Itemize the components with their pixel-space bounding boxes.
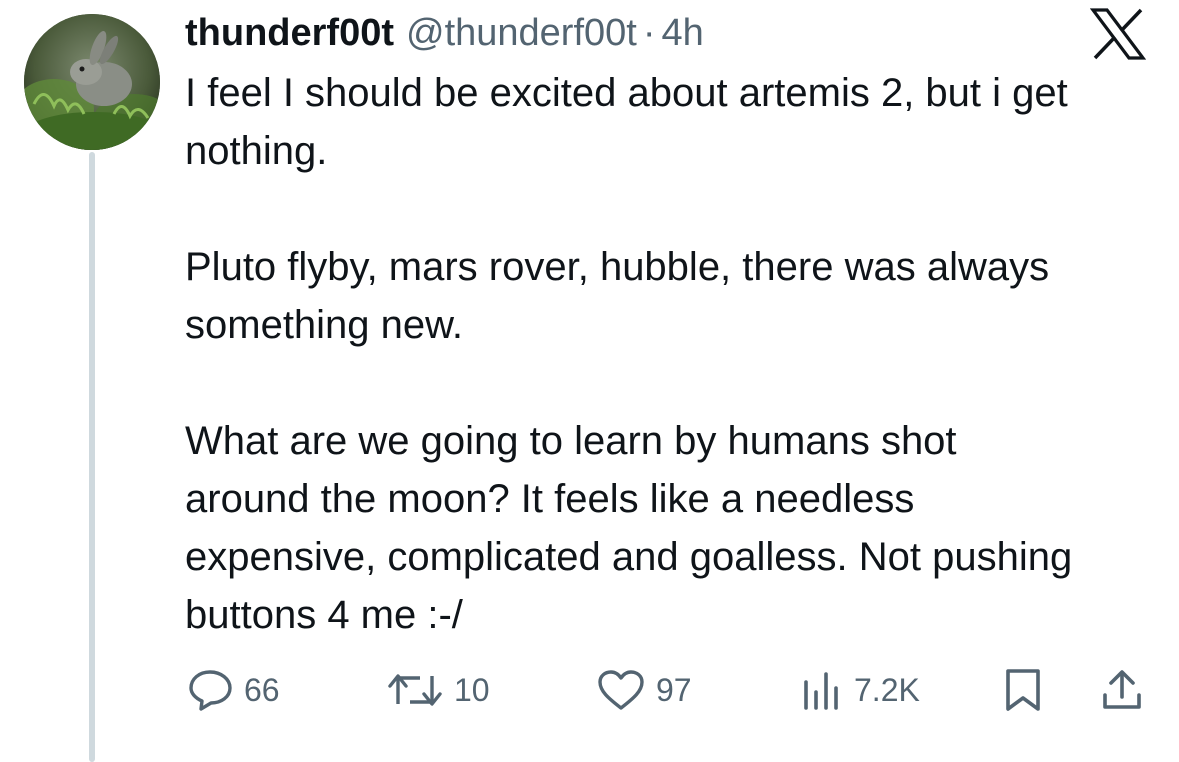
tweet-paragraph: Pluto flyby, mars rover, hubble, there w… [185, 245, 1050, 347]
share-button[interactable] [1100, 664, 1144, 716]
reply-button[interactable]: 66 [188, 664, 280, 716]
tweet-header: thunderf00t @thunderf00t · 4h [185, 8, 704, 58]
user-handle[interactable]: @thunderf00t [406, 8, 637, 58]
tweet-actions: 66 10 97 7.2K [0, 664, 1179, 716]
like-count: 97 [656, 671, 692, 708]
views-count: 7.2K [854, 671, 920, 708]
x-logo-icon [1089, 8, 1147, 60]
reply-icon [188, 668, 234, 712]
reply-count: 66 [244, 671, 280, 708]
share-icon [1100, 667, 1144, 713]
display-name[interactable]: thunderf00t [185, 8, 394, 58]
separator-dot: · [642, 12, 656, 54]
repost-button[interactable]: 10 [386, 664, 490, 716]
rabbit-avatar-image [24, 14, 160, 150]
repost-count: 10 [454, 671, 490, 708]
tweet-paragraph: What are we going to learn by humans sho… [185, 419, 1073, 637]
views-icon [800, 668, 844, 712]
avatar[interactable] [24, 14, 160, 150]
timestamp[interactable]: 4h [662, 8, 704, 58]
views-button[interactable]: 7.2K [800, 664, 920, 716]
bookmark-button[interactable] [1002, 664, 1044, 716]
tweet-paragraph: I feel I should be excited about artemis… [185, 71, 1068, 173]
repost-icon [386, 668, 444, 712]
heart-icon [596, 668, 646, 712]
like-button[interactable]: 97 [596, 664, 692, 716]
bookmark-icon [1002, 667, 1044, 713]
tweet-text: I feel I should be excited about artemis… [185, 64, 1085, 644]
